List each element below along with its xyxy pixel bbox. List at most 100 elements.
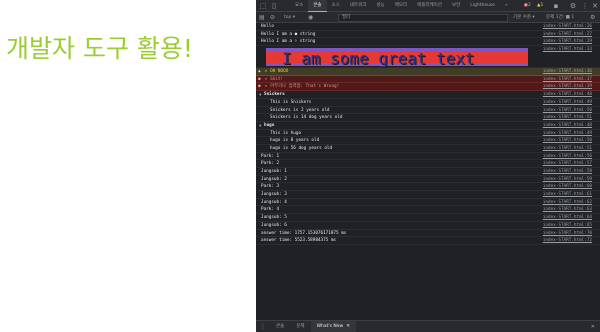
- drawer-tab-0[interactable]: 콘솔: [270, 321, 290, 332]
- source-link[interactable]: index-START.html:59: [543, 176, 592, 183]
- tab-3[interactable]: 네트워크: [345, 0, 372, 12]
- console-message: ▸ OH NOOO: [265, 69, 289, 75]
- filter-input[interactable]: 필터: [338, 13, 508, 22]
- source-link[interactable]: index-START.html:29: [543, 38, 592, 45]
- console-message: Jungsub: 4: [261, 199, 287, 205]
- tab-0[interactable]: 요소: [290, 0, 308, 12]
- tab-9[interactable]: »: [500, 0, 513, 12]
- source-link[interactable]: index-START.html:72: [543, 237, 592, 244]
- console-message: Jungsub: 6: [261, 222, 287, 228]
- console-output: Hello index-START.html:26 Hello I am a ● s…: [256, 23, 600, 320]
- console-row: answer time: 5523.58984375 ms index-START…: [256, 237, 600, 245]
- drawer-tab-label: What's New: [316, 324, 344, 329]
- tab-6[interactable]: 애플리케이션: [412, 0, 447, 12]
- inspect-icon[interactable]: ⬚: [259, 2, 267, 10]
- styled-text-box: I am some great text: [266, 48, 528, 69]
- source-link[interactable]: index-START.html:56: [543, 153, 592, 160]
- source-link[interactable]: index-START.html:65: [543, 222, 592, 229]
- console-row: Park: 4 index-START.html:63: [256, 206, 600, 215]
- source-link[interactable]: index-START.html:57: [543, 160, 592, 167]
- device-toggle-icon[interactable]: ▯: [270, 2, 278, 10]
- settings-icon[interactable]: ⚙: [569, 2, 577, 10]
- console-message: ▸ Shit!: [265, 76, 284, 82]
- devtools-panel: ⬚ ▯ 요소 콘솔 소스 네트워크 성능 메모리 애플리케이션 보안 Lighthouse» ●…: [256, 0, 600, 332]
- drawer-tabs: 콘솔 문제 What's New ✕: [270, 321, 356, 332]
- tab-2[interactable]: 소스: [327, 0, 345, 12]
- drawer-tab-label: 콘솔: [276, 324, 285, 329]
- more-options-icon[interactable]: ⋮: [581, 2, 589, 10]
- styled-text: I am some great text: [282, 49, 475, 69]
- issues-counter[interactable]: 문제 1건: ■ 1: [546, 14, 574, 22]
- tab-1[interactable]: 콘솔: [308, 0, 327, 12]
- source-link[interactable]: index-START.html:37: [543, 76, 592, 83]
- group-expand-icon[interactable]: ▼: [259, 122, 261, 129]
- source-link[interactable]: index-START.html:49: [543, 130, 592, 137]
- source-link[interactable]: index-START.html:61: [543, 191, 592, 198]
- tab-4[interactable]: 성능: [371, 0, 389, 12]
- console-message: Snickers is 14 dog years old: [270, 115, 343, 121]
- console-message: Jungsub: 1: [261, 169, 287, 174]
- source-link[interactable]: index-START.html:49: [543, 99, 592, 106]
- source-link[interactable]: index-START.html:36: [543, 68, 592, 75]
- drawer-close-icon[interactable]: ✕: [591, 323, 595, 331]
- source-link[interactable]: index-START.html:58: [543, 168, 592, 175]
- log-levels-dropdown[interactable]: 기본 수준 ▾: [513, 14, 535, 22]
- console-row: This is hugo index-START.html:49: [256, 130, 600, 138]
- console-row: Jungsub: 1 index-START.html:58: [256, 168, 600, 176]
- drawer-tab-1[interactable]: 문제: [290, 321, 310, 332]
- sidebar-toggle-icon[interactable]: ▤: [259, 14, 265, 22]
- console-row: Hello I am a ● string index-START.html:27: [256, 31, 600, 39]
- eye-icon[interactable]: ◉: [308, 14, 313, 22]
- issues-icon[interactable]: ▪: [552, 2, 560, 10]
- source-link[interactable]: index-START.html:63: [543, 206, 592, 213]
- source-link[interactable]: index-START.html:27: [543, 31, 592, 38]
- console-row: Jungsub: 2 index-START.html:59: [256, 176, 600, 184]
- error-icon: ●: [258, 76, 261, 82]
- console-row: Jungsub: 4 index-START.html:62: [256, 199, 600, 207]
- web-page: 개발자 도구 활용!: [0, 0, 256, 332]
- source-link[interactable]: index-START.html:48: [543, 122, 592, 129]
- source-link[interactable]: index-START.html:51: [543, 145, 592, 152]
- console-message: Park: 2: [261, 161, 280, 167]
- source-link[interactable]: index-START.html:39: [543, 83, 592, 90]
- source-link[interactable]: index-START.html:51: [543, 114, 592, 121]
- source-link[interactable]: index-START.html:26: [543, 23, 592, 30]
- source-link[interactable]: index-START.html:50: [543, 137, 592, 144]
- warning-badge[interactable]: ▲1: [537, 2, 543, 10]
- console-message: Jungsub: 5: [261, 215, 287, 221]
- source-link[interactable]: index-START.html:62: [543, 199, 592, 206]
- context-select[interactable]: top ▾: [284, 14, 295, 22]
- source-link[interactable]: index-START.html:70: [543, 230, 592, 237]
- console-message: Hello: [261, 24, 274, 29]
- console-row: ▼ hugo index-START.html:48: [256, 122, 600, 130]
- console-message: hugo: [264, 122, 275, 128]
- console-row: hugo is 8 years old index-START.html:50: [256, 137, 600, 145]
- console-message: Park: 1: [261, 153, 280, 159]
- error-badge[interactable]: ●2: [524, 2, 531, 10]
- console-settings-icon[interactable]: ⚙: [590, 14, 595, 22]
- console-message: Snickers is 2 years old: [270, 107, 330, 113]
- group-expand-icon[interactable]: ▼: [259, 91, 261, 98]
- tab-5[interactable]: 메모리: [390, 0, 412, 12]
- console-row: answer time: 1757.153076171875 ms index-S…: [256, 230, 600, 238]
- clear-console-icon[interactable]: ⊘: [270, 14, 275, 22]
- close-icon[interactable]: ✕: [591, 2, 599, 10]
- source-link[interactable]: index-START.html:60: [543, 183, 592, 190]
- source-link[interactable]: index-START.html:50: [543, 107, 592, 114]
- source-link[interactable]: index-START.html:48: [543, 91, 592, 98]
- source-link[interactable]: index-START.html:64: [543, 214, 592, 221]
- console-row: Park: 3 index-START.html:60: [256, 183, 600, 192]
- console-styled-message: I am some great text index-START.html:33: [256, 46, 600, 69]
- tab-8[interactable]: Lighthouse: [465, 0, 500, 12]
- console-row: Park: 2 index-START.html:57: [256, 160, 600, 168]
- source-link[interactable]: index-START.html:33: [543, 46, 592, 53]
- tab-7[interactable]: 보안: [447, 0, 465, 12]
- console-message: This is Snickers: [270, 99, 312, 105]
- close-tab-icon[interactable]: ✕: [346, 324, 350, 329]
- console-message: ▸ 아무거나 입력함: That's Wrong!: [265, 84, 340, 90]
- warning-icon: ▲: [258, 69, 261, 75]
- console-row: This is Snickers index-START.html:49: [256, 99, 600, 107]
- drawer-menu-icon[interactable]: ⋮: [260, 323, 266, 331]
- console-message: Hello I am a ⚐ string: [261, 39, 316, 45]
- drawer-tab-2[interactable]: What's New ✕: [310, 321, 356, 332]
